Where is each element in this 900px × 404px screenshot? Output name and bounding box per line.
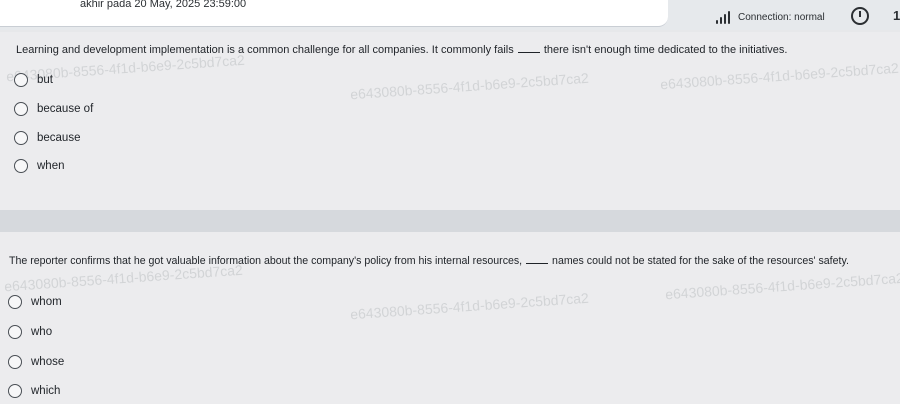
question-1-text: Learning and development implementation … <box>16 43 787 56</box>
watermark: e643080b-8556-4f1d-b6e9-2c5bd7ca2 <box>349 289 590 323</box>
deadline-banner: akhir pada 20 May, 2025 23:59:00 <box>0 0 668 27</box>
radio-button[interactable] <box>8 295 22 309</box>
radio-button[interactable] <box>14 73 28 87</box>
top-bar: akhir pada 20 May, 2025 23:59:00 Connect… <box>0 0 900 30</box>
watermark: e643080b-8556-4f1d-b6e9-2c5bd7ca2 <box>349 69 590 103</box>
q1-option-but[interactable]: but <box>14 73 53 87</box>
deadline-text: akhir pada 20 May, 2025 23:59:00 <box>80 0 247 10</box>
question-2-text-before: The reporter confirms that he got valuab… <box>9 255 523 267</box>
option-label: which <box>31 385 61 397</box>
question-1-panel: e643080b-8556-4f1d-b6e9-2c5bd7ca2 e64308… <box>0 32 900 210</box>
signal-strength-icon <box>716 10 730 24</box>
q1-option-because-of[interactable]: because of <box>14 102 93 116</box>
question-2-text: The reporter confirms that he got valuab… <box>9 254 849 267</box>
answer-blank <box>517 43 540 53</box>
option-label: but <box>37 74 53 86</box>
question-2-text-after: names could not be stated for the sake o… <box>552 255 849 267</box>
option-label: because of <box>37 103 94 115</box>
question-1-text-after: there isn't enough time dedicated to the… <box>543 44 788 56</box>
page-indicator: 1 <box>893 8 900 23</box>
q2-option-which[interactable]: which <box>8 384 60 398</box>
question-1-text-before: Learning and development implementation … <box>16 44 514 56</box>
q2-option-who[interactable]: who <box>8 325 52 339</box>
q2-option-whose[interactable]: whose <box>8 355 64 369</box>
q1-option-when[interactable]: when <box>14 159 65 173</box>
watermark: e643080b-8556-4f1d-b6e9-2c5bd7ca2 <box>659 59 900 93</box>
connection-label: Connection: normal <box>738 11 825 23</box>
watermark: e643080b-8556-4f1d-b6e9-2c5bd7ca2 <box>664 269 900 303</box>
timer-icon[interactable] <box>851 7 869 25</box>
radio-button[interactable] <box>14 159 28 173</box>
option-label: whom <box>31 296 62 308</box>
answer-blank <box>526 254 549 264</box>
option-label: when <box>37 160 65 172</box>
radio-button[interactable] <box>14 102 28 116</box>
option-label: who <box>31 326 53 338</box>
option-label: because <box>37 132 81 144</box>
connection-status: Connection: normal <box>716 10 825 24</box>
radio-button[interactable] <box>8 355 22 369</box>
radio-button[interactable] <box>14 131 28 145</box>
option-label: whose <box>31 356 65 368</box>
q2-option-whom[interactable]: whom <box>8 295 62 309</box>
radio-button[interactable] <box>8 325 22 339</box>
question-2-panel: e643080b-8556-4f1d-b6e9-2c5bd7ca2 e64308… <box>0 232 900 404</box>
question-separator <box>0 210 900 232</box>
radio-button[interactable] <box>8 384 22 398</box>
q1-option-because[interactable]: because <box>14 131 80 145</box>
